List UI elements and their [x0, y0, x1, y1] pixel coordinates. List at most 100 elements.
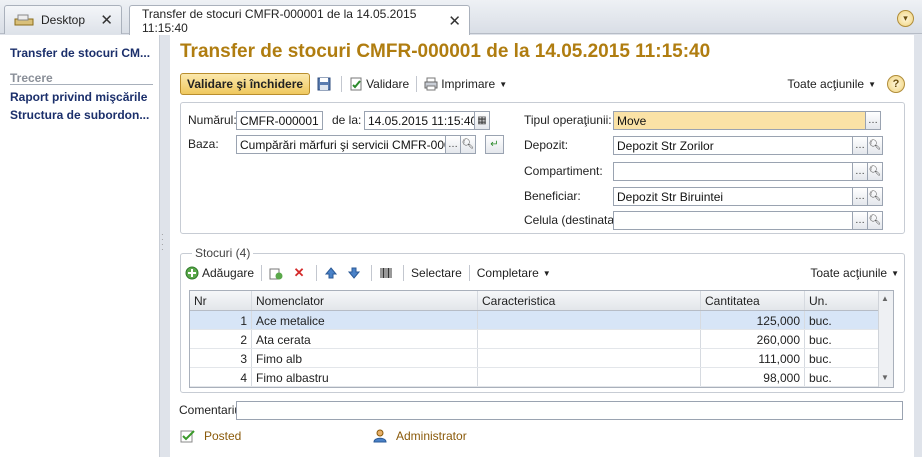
- arrow-up-icon: [324, 266, 338, 280]
- stocks-table: Nr Nomenclator Caracteristica Cantitatea…: [189, 290, 894, 388]
- move-up-button[interactable]: [321, 262, 344, 284]
- scroll-up-icon[interactable]: ▲: [881, 294, 889, 303]
- select-button[interactable]: …: [853, 187, 868, 206]
- column-header-item[interactable]: Nomenclator: [252, 291, 478, 310]
- add-row-button[interactable]: Adăugare: [182, 262, 257, 284]
- column-header-unit[interactable]: Un.: [805, 291, 880, 310]
- copy-row-button[interactable]: [266, 262, 289, 284]
- delete-icon: ✕: [293, 265, 305, 280]
- save-button[interactable]: [314, 73, 337, 95]
- toolbar-divider: [468, 265, 470, 281]
- sidebar-item-transfer[interactable]: Transfer de stocuri CM...: [10, 46, 155, 60]
- column-header-characteristic[interactable]: Caracteristica: [478, 291, 701, 310]
- cell-field[interactable]: [613, 211, 853, 230]
- sidebar-item-structure[interactable]: Structura de subordon...: [10, 108, 155, 122]
- tab-transfer[interactable]: Transfer de stocuri CMFR-000001 de la 14…: [129, 5, 470, 35]
- validate-button[interactable]: Validare: [346, 73, 412, 95]
- search-icon[interactable]: 🔍︎: [868, 187, 883, 206]
- table-row[interactable]: 4 Fimo albastru 98,000 buc.: [190, 368, 880, 387]
- table-scrollbar[interactable]: ▲ ▼: [878, 291, 893, 387]
- select-button[interactable]: …: [853, 136, 868, 155]
- column-header-quantity[interactable]: Cantitatea: [701, 291, 805, 310]
- document-header-group: Numărul: CMFR-000001 de la: 14.05.2015 1…: [180, 102, 905, 234]
- tabs-menu-icon[interactable]: ▾: [897, 10, 914, 27]
- page-title: Transfer de stocuri CMFR-000001 de la 14…: [180, 41, 711, 62]
- search-icon[interactable]: 🔍︎: [868, 136, 883, 155]
- all-actions-button[interactable]: Toate acţiunile ▼: [784, 73, 879, 95]
- select-button[interactable]: …: [446, 135, 461, 154]
- close-icon[interactable]: ✕: [100, 11, 113, 29]
- posted-label: Posted: [204, 429, 242, 443]
- row-nr: 3: [190, 349, 252, 367]
- date-label: de la:: [332, 113, 362, 127]
- comment-label: Comentariu:: [179, 403, 245, 417]
- table-row[interactable]: 1 Ace metalice 125,000 buc.: [190, 311, 880, 330]
- user-status: Administrator: [373, 429, 467, 443]
- barcode-button[interactable]: [376, 262, 399, 284]
- select-button[interactable]: …: [853, 211, 868, 230]
- printer-icon: [424, 77, 438, 91]
- row-quantity: 125,000: [701, 311, 805, 329]
- search-icon[interactable]: 🔍︎: [868, 211, 883, 230]
- row-unit: buc.: [805, 349, 880, 367]
- stocks-all-actions-button[interactable]: Toate acţiunile ▼: [807, 262, 902, 284]
- row-characteristic: [478, 330, 701, 348]
- main-toolbar: Validare şi închidere Validare Imprimare…: [180, 72, 905, 96]
- all-actions-label: Toate acţiunile: [787, 77, 865, 91]
- fill-label: Completare: [476, 266, 539, 280]
- base-field[interactable]: Cumpărări mărfuri şi servicii CMFR-00000…: [236, 135, 446, 154]
- search-icon[interactable]: 🔍︎: [868, 162, 883, 181]
- row-item: Fimo albastru: [252, 368, 478, 386]
- left-panel: Transfer de stocuri CM... Trecere Raport…: [0, 35, 160, 457]
- chevron-down-icon: ▼: [499, 79, 508, 89]
- row-characteristic: [478, 368, 701, 386]
- sidebar-item-report[interactable]: Raport privind mişcările: [10, 90, 155, 104]
- row-unit: buc.: [805, 311, 880, 329]
- move-down-button[interactable]: [344, 262, 367, 284]
- row-item: Ata cerata: [252, 330, 478, 348]
- compartment-field[interactable]: [613, 162, 853, 181]
- user-label: Administrator: [396, 429, 467, 443]
- toolbar-divider: [261, 265, 263, 281]
- save-icon: [317, 77, 331, 91]
- close-icon[interactable]: ✕: [448, 12, 461, 30]
- panel-resize-handle[interactable]: · · · ·: [161, 231, 165, 254]
- stocks-toolbar: Adăugare ✕ Selectare Completare ▼ Toate …: [182, 263, 902, 283]
- beneficiary-field[interactable]: Depozit Str Biruintei: [613, 187, 853, 206]
- validate-close-button[interactable]: Validare şi închidere: [180, 73, 311, 95]
- date-field[interactable]: 14.05.2015 11:15:40: [364, 111, 475, 130]
- select-button[interactable]: …: [853, 162, 868, 181]
- validate-label: Validare: [366, 77, 410, 91]
- calendar-icon[interactable]: ▦: [475, 111, 490, 130]
- row-characteristic: [478, 349, 701, 367]
- scroll-down-icon[interactable]: ▼: [881, 373, 889, 382]
- sidebar-group-label: Trecere: [10, 71, 53, 85]
- table-row[interactable]: 3 Fimo alb 111,000 buc.: [190, 349, 880, 368]
- cell-label: Celula (destinatar):: [524, 213, 626, 227]
- table-row[interactable]: 2 Ata cerata 260,000 buc.: [190, 330, 880, 349]
- op-type-label: Tipul operaţiunii:: [524, 113, 612, 127]
- tab-desktop[interactable]: Desktop ✕: [4, 5, 122, 34]
- search-icon[interactable]: 🔍︎: [461, 135, 476, 154]
- arrow-down-icon: [347, 266, 361, 280]
- back-arrow-icon[interactable]: ↵: [485, 135, 504, 154]
- row-item: Fimo alb: [252, 349, 478, 367]
- select-button[interactable]: Selectare: [408, 262, 465, 284]
- stocks-all-actions-label: Toate acţiunile: [810, 266, 888, 280]
- row-nr: 1: [190, 311, 252, 329]
- print-button[interactable]: Imprimare ▼: [421, 73, 510, 95]
- posted-check-icon: [180, 429, 196, 443]
- number-field[interactable]: CMFR-000001: [236, 111, 323, 130]
- compartment-label: Compartiment:: [524, 164, 603, 178]
- delete-row-button[interactable]: ✕: [289, 262, 312, 284]
- select-button[interactable]: …: [866, 111, 881, 130]
- help-icon[interactable]: ?: [887, 75, 905, 93]
- warehouse-field[interactable]: Depozit Str Zorilor: [613, 136, 853, 155]
- add-label: Adăugare: [202, 266, 255, 280]
- column-header-nr[interactable]: Nr: [190, 291, 252, 310]
- comment-field[interactable]: [236, 401, 903, 420]
- desktop-icon: [13, 13, 35, 27]
- table-header: Nr Nomenclator Caracteristica Cantitatea…: [190, 291, 880, 311]
- op-type-field[interactable]: Move: [613, 111, 866, 130]
- fill-button[interactable]: Completare ▼: [474, 262, 554, 284]
